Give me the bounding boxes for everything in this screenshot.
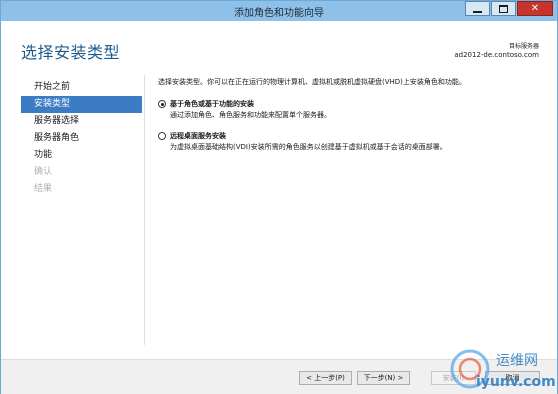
wizard-nav: 开始之前 安装类型 服务器选择 服务器角色 功能 确认 结果 [21,79,142,198]
page-title: 选择安装类型 [21,43,121,62]
nav-item-confirmation: 确认 [34,167,53,177]
nav-item-server-roles[interactable]: 服务器角色 [21,130,142,147]
minimize-button[interactable] [465,1,490,16]
install-button: 安装(I) [431,371,476,385]
maximize-icon [499,4,508,13]
previous-button[interactable]: < 上一步(P) [299,371,352,385]
option-remote-desktop-label[interactable]: 远程桌面服务安装 [170,131,226,141]
next-button[interactable]: 下一步(N) > [357,371,410,385]
nav-item-installation-type[interactable]: 安装类型 [21,96,142,113]
wizard-window: 添加角色和功能向导 ✕ 选择安装类型 目标服务器 ad2012-de.conto… [0,0,558,394]
nav-item-server-selection[interactable]: 服务器选择 [21,113,142,130]
title-bar[interactable]: 添加角色和功能向导 ✕ [1,1,557,21]
nav-item-results: 结果 [34,184,53,194]
nav-divider [144,75,145,345]
minimize-icon [473,10,482,13]
option-role-based-label[interactable]: 基于角色或基于功能的安装 [170,99,254,109]
destination-server-label: 目标服务器 [508,43,539,50]
nav-item-features[interactable]: 功能 [21,147,142,164]
radio-remote-desktop[interactable] [158,132,166,140]
close-icon: ✕ [530,2,540,14]
radio-role-based[interactable] [158,100,166,108]
option-role-based-description: 通过添加角色、角色服务和功能来配置单个服务器。 [170,111,331,119]
intro-text: 选择安装类型。你可以在正在运行的物理计算机、虚拟机或脱机虚拟硬盘(VHD)上安装… [158,78,466,86]
maximize-button[interactable] [491,1,516,16]
destination-server-name: ad2012-de.contoso.com [454,51,539,59]
window-controls: ✕ [465,1,553,18]
content-panel: 选择安装类型。你可以在正在运行的物理计算机、虚拟机或脱机虚拟硬盘(VHD)上安装… [158,77,543,151]
option-remote-desktop-description: 为虚拟桌面基础结构(VDI)安装所需的角色服务以创建基于虚拟机或基于会话的桌面部… [170,143,447,151]
cancel-button[interactable]: 取消 [485,371,540,385]
close-button[interactable]: ✕ [517,1,553,16]
wizard-footer: < 上一步(P) 下一步(N) > 安装(I) 取消 [1,359,557,394]
nav-item-before-you-begin[interactable]: 开始之前 [21,79,142,96]
